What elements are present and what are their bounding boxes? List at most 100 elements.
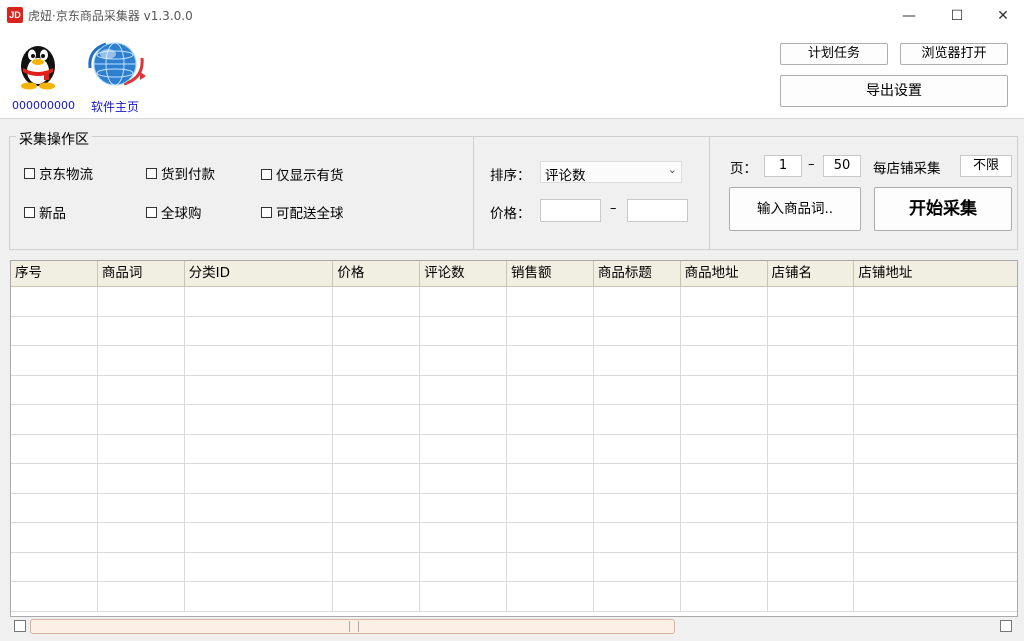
table-cell[interactable] (98, 464, 185, 493)
column-header[interactable]: 商品地址 (681, 261, 768, 286)
price-max-input[interactable] (627, 199, 688, 222)
table-cell[interactable] (681, 493, 768, 522)
table-cell[interactable] (98, 552, 185, 581)
checkbox-box[interactable] (261, 206, 272, 218)
column-header[interactable]: 分类ID (185, 261, 334, 286)
page-from-input[interactable]: 1 (764, 155, 802, 177)
table-row[interactable] (11, 464, 1017, 494)
table-cell[interactable] (11, 375, 98, 404)
table-cell[interactable] (185, 582, 334, 611)
scheduled-tasks-button[interactable]: 计划任务 (780, 43, 888, 65)
table-cell[interactable] (11, 582, 98, 611)
column-header[interactable]: 销售额 (507, 261, 594, 286)
column-header[interactable]: 商品词 (98, 261, 185, 286)
table-cell[interactable] (594, 582, 681, 611)
table-cell[interactable] (11, 464, 98, 493)
table-cell[interactable] (768, 523, 855, 552)
checkbox-cash-on-delivery[interactable]: 货到付款 (146, 163, 215, 183)
table-cell[interactable] (768, 316, 855, 345)
checkbox-ship-worldwide[interactable]: 可配送全球 (261, 202, 344, 222)
table-cell[interactable] (98, 405, 185, 434)
table-cell[interactable] (333, 287, 421, 316)
table-cell[interactable] (681, 523, 768, 552)
table-cell[interactable] (333, 582, 421, 611)
open-in-browser-button[interactable]: 浏览器打开 (900, 43, 1008, 65)
table-cell[interactable] (854, 553, 1017, 582)
checkbox-box[interactable] (146, 206, 157, 218)
table-cell[interactable] (768, 493, 855, 522)
minimize-button[interactable]: — (886, 0, 932, 32)
column-header[interactable]: 价格 (333, 261, 421, 286)
table-cell[interactable] (594, 346, 681, 375)
table-cell[interactable] (185, 375, 334, 404)
page-to-input[interactable]: 50 (823, 155, 861, 177)
table-cell[interactable] (98, 493, 185, 522)
column-header[interactable]: 商品标题 (594, 261, 681, 286)
checkbox-box[interactable] (24, 206, 35, 218)
table-cell[interactable] (854, 317, 1017, 346)
table-row[interactable] (11, 552, 1017, 582)
table-cell[interactable] (11, 405, 98, 434)
table-cell[interactable] (333, 434, 421, 463)
table-cell[interactable] (681, 464, 768, 493)
table-cell[interactable] (768, 464, 855, 493)
table-cell[interactable] (185, 287, 334, 316)
table-cell[interactable] (854, 346, 1017, 375)
table-cell[interactable] (420, 552, 508, 581)
column-header[interactable]: 序号 (11, 261, 98, 286)
table-cell[interactable] (98, 434, 185, 463)
column-header[interactable]: 评论数 (420, 261, 508, 286)
checkbox-global-purchase[interactable]: 全球购 (146, 202, 202, 222)
table-cell[interactable] (185, 552, 334, 581)
table-cell[interactable] (507, 582, 594, 611)
table-cell[interactable] (681, 434, 768, 463)
table-cell[interactable] (594, 434, 681, 463)
start-collect-button[interactable]: 开始采集 (874, 187, 1012, 231)
table-row[interactable] (11, 523, 1017, 553)
column-header[interactable]: 店铺地址 (854, 261, 1017, 286)
table-row[interactable] (11, 287, 1017, 317)
table-cell[interactable] (185, 523, 334, 552)
price-min-input[interactable] (540, 199, 601, 222)
table-cell[interactable] (768, 552, 855, 581)
table-cell[interactable] (11, 493, 98, 522)
table-cell[interactable] (420, 493, 508, 522)
table-cell[interactable] (333, 346, 421, 375)
table-cell[interactable] (854, 405, 1017, 434)
table-cell[interactable] (768, 434, 855, 463)
table-cell[interactable] (507, 346, 594, 375)
table-cell[interactable] (594, 464, 681, 493)
sort-select[interactable]: 评论数 ⌄ (540, 161, 682, 184)
export-settings-button[interactable]: 导出设置 (780, 75, 1008, 107)
table-cell[interactable] (11, 346, 98, 375)
per-shop-input[interactable]: 不限 (960, 155, 1012, 177)
table-cell[interactable] (681, 316, 768, 345)
table-cell[interactable] (333, 405, 421, 434)
table-cell[interactable] (594, 493, 681, 522)
table-cell[interactable] (594, 316, 681, 345)
table-cell[interactable] (854, 464, 1017, 493)
table-cell[interactable] (333, 552, 421, 581)
results-table[interactable]: 序号 商品词 分类ID 价格 评论数 销售额 商品标题 商品地址 店铺名 店铺地… (10, 260, 1018, 617)
table-cell[interactable] (507, 405, 594, 434)
table-cell[interactable] (768, 375, 855, 404)
table-cell[interactable] (594, 552, 681, 581)
table-cell[interactable] (98, 346, 185, 375)
table-cell[interactable] (11, 316, 98, 345)
table-row[interactable] (11, 582, 1017, 612)
table-cell[interactable] (854, 376, 1017, 405)
close-button[interactable]: ✕ (980, 0, 1024, 32)
table-cell[interactable] (420, 287, 508, 316)
table-cell[interactable] (420, 346, 508, 375)
table-cell[interactable] (11, 552, 98, 581)
table-cell[interactable] (681, 346, 768, 375)
globe-icon[interactable] (84, 38, 146, 94)
checkbox-new-product[interactable]: 新品 (24, 202, 66, 222)
table-cell[interactable] (507, 523, 594, 552)
table-cell[interactable] (681, 552, 768, 581)
homepage-link[interactable]: 软件主页 (91, 98, 139, 115)
table-cell[interactable] (185, 493, 334, 522)
column-header[interactable]: 店铺名 (768, 261, 855, 286)
table-cell[interactable] (854, 287, 1017, 316)
table-cell[interactable] (185, 464, 334, 493)
